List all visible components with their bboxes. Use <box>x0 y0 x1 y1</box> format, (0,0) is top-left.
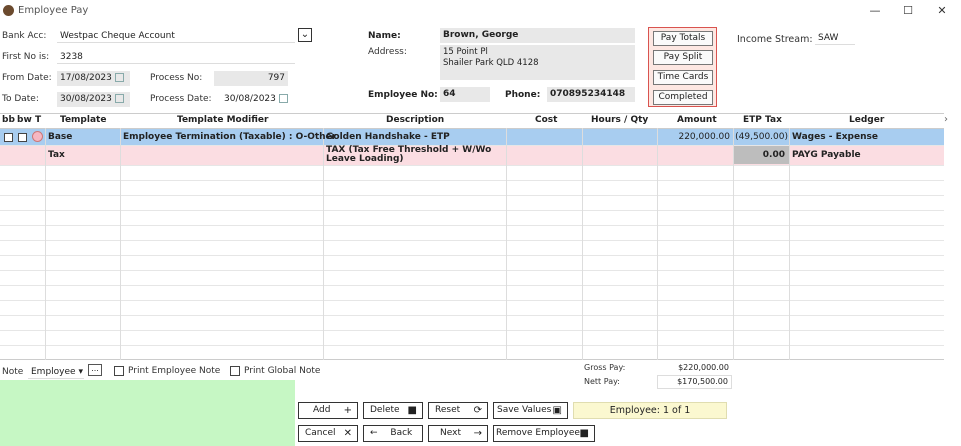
row-ledger: Wages - Expense <box>792 132 878 142</box>
phone-label: Phone: <box>505 90 541 100</box>
address-label: Address: <box>368 47 407 57</box>
title-bar: Employee Pay — ☐ ✕ <box>0 0 961 22</box>
print-global-note-label: Print Global Note <box>244 366 321 376</box>
bank-acc-select[interactable]: Westpac Cheque Account <box>57 29 295 43</box>
refresh-icon: ⟳ <box>473 405 482 416</box>
note-type-select[interactable]: Employee ▾ <box>28 365 84 379</box>
col-template: Template <box>60 115 107 125</box>
col-bw: bw <box>17 115 32 125</box>
print-global-note-checkbox[interactable] <box>230 366 240 376</box>
arrow-left-icon: ← <box>370 428 378 438</box>
close-icon: ✕ <box>343 428 352 439</box>
window-title: Employee Pay <box>18 5 89 16</box>
income-stream-label: Income Stream: <box>737 34 813 45</box>
col-template-modifier: Template Modifier <box>177 115 269 125</box>
process-date-field[interactable]: 30/08/2023 <box>224 94 288 104</box>
pay-split-button[interactable]: Pay Split <box>653 50 713 65</box>
gross-pay-value: $220,000.00 <box>678 363 729 372</box>
next-button[interactable]: Next → <box>428 425 488 442</box>
close-button[interactable]: ✕ <box>927 2 957 20</box>
address-field: 15 Point Pl Shailer Park QLD 4128 <box>440 45 635 80</box>
to-date-label: To Date: <box>2 94 39 104</box>
col-etp-tax: ETP Tax <box>743 115 782 125</box>
from-date-field[interactable]: 17/08/2023 <box>57 71 130 86</box>
col-hours-qty: Hours / Qty <box>591 115 649 125</box>
process-date-label: Process Date: <box>150 94 212 104</box>
add-button[interactable]: Add + <box>298 402 358 419</box>
print-employee-note-checkbox[interactable] <box>114 366 124 376</box>
row-template: Base <box>48 132 73 142</box>
nett-pay-label: Nett Pay: <box>584 377 620 386</box>
row-modifier: Employee Termination (Taxable) : O-Other <box>123 132 337 142</box>
save-values-button[interactable]: Save Values ▣ <box>493 402 568 419</box>
time-cards-button[interactable]: Time Cards <box>653 70 713 85</box>
calendar-icon[interactable] <box>114 94 124 103</box>
type-indicator-icon <box>32 131 43 142</box>
chevron-right-icon[interactable]: › <box>944 114 948 125</box>
col-description: Description <box>386 115 445 125</box>
minimize-button[interactable]: — <box>860 2 890 20</box>
calendar-icon[interactable] <box>114 73 124 82</box>
trash-icon: ■ <box>579 428 589 439</box>
name-field: Brown, George <box>440 28 635 43</box>
row-ledger: PAYG Payable <box>792 150 861 160</box>
bb-checkbox[interactable] <box>4 133 13 142</box>
maximize-button[interactable]: ☐ <box>893 2 923 20</box>
first-no-field[interactable]: 3238 <box>57 50 295 64</box>
row-amount: 220,000.00 <box>678 132 730 142</box>
note-textarea[interactable] <box>0 380 295 446</box>
employee-no-field: 64 <box>440 87 490 102</box>
chevron-down-icon: ▾ <box>78 367 83 377</box>
pay-totals-button[interactable]: Pay Totals <box>653 31 713 46</box>
calendar-icon[interactable] <box>278 94 288 103</box>
chevron-down-icon[interactable]: ⌄ <box>298 28 312 42</box>
col-bb: bb <box>2 115 15 125</box>
save-icon: ▣ <box>552 405 562 416</box>
from-date-label: From Date: <box>2 73 52 83</box>
col-amount: Amount <box>677 115 717 125</box>
col-t: T <box>35 115 42 125</box>
bw-checkbox[interactable] <box>18 133 27 142</box>
row-etp-tax: (49,500.00) <box>735 132 788 142</box>
reset-button[interactable]: Reset ⟳ <box>428 402 488 419</box>
row-etp-tax: 0.00 <box>762 150 785 160</box>
app-icon <box>3 5 14 16</box>
name-label: Name: <box>368 31 401 41</box>
print-employee-note-label: Print Employee Note <box>128 366 221 376</box>
gross-pay-label: Gross Pay: <box>584 363 626 372</box>
to-date-field[interactable]: 30/08/2023 <box>57 92 130 107</box>
income-stream-field[interactable]: SAW <box>815 31 855 45</box>
bank-acc-label: Bank Acc: <box>2 31 47 41</box>
row-template: Tax <box>48 150 65 160</box>
remove-employee-button[interactable]: Remove Employee ■ <box>493 425 595 442</box>
employee-counter: Employee: 1 of 1 <box>573 402 727 419</box>
plus-icon: + <box>343 405 352 416</box>
phone-field: 070895234148 <box>547 87 635 102</box>
col-ledger: Ledger <box>849 115 885 125</box>
process-no-field: 797 <box>214 71 288 86</box>
note-label: Note <box>2 367 24 377</box>
col-cost: Cost <box>535 115 558 125</box>
nett-pay-value: $170,500.00 <box>657 375 732 389</box>
first-no-label: First No is: <box>2 52 50 62</box>
completed-button[interactable]: Completed <box>653 90 713 105</box>
cancel-button[interactable]: Cancel ✕ <box>298 425 358 442</box>
trash-icon: ■ <box>407 405 417 416</box>
arrow-right-icon: → <box>473 428 482 439</box>
row-description: TAX (Tax Free Threshold + W/Wo Leave Loa… <box>326 145 492 164</box>
back-button[interactable]: ← Back <box>363 425 423 442</box>
row-description: Golden Handshake - ETP <box>326 132 450 142</box>
employee-no-label: Employee No: <box>368 90 438 100</box>
delete-button[interactable]: Delete ■ <box>363 402 423 419</box>
process-no-label: Process No: <box>150 73 203 83</box>
note-more-button[interactable]: ... <box>88 364 102 376</box>
